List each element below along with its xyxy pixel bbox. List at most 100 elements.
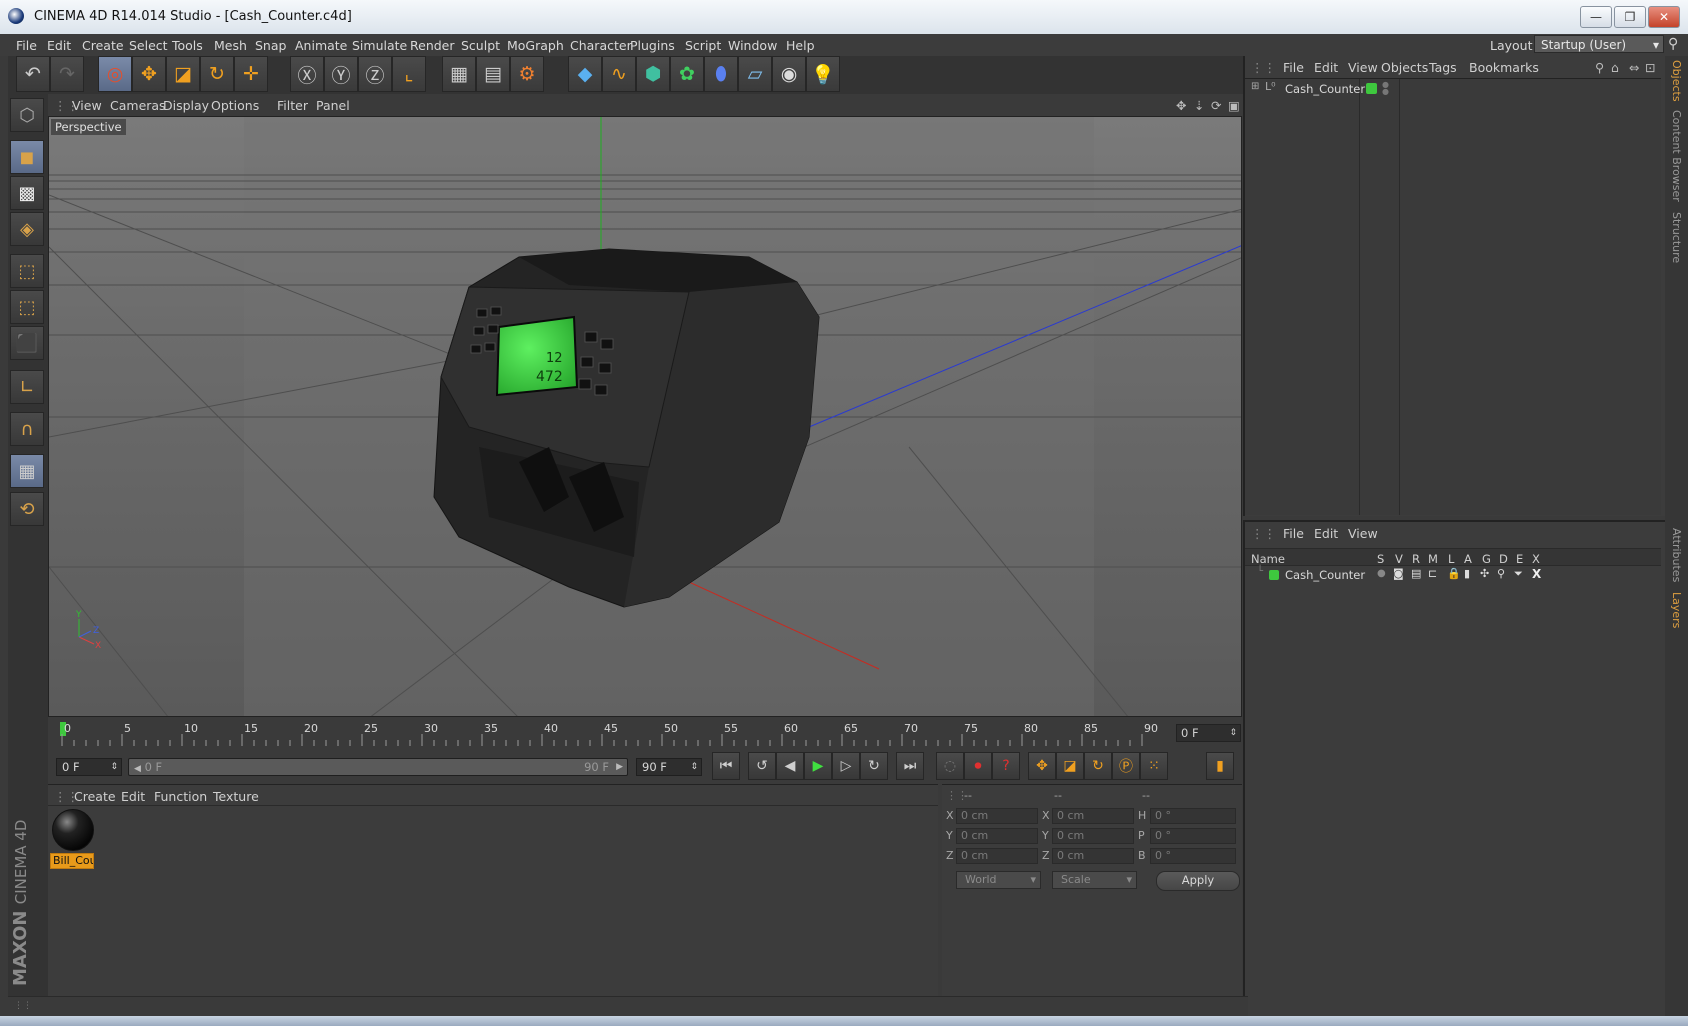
viewport-menu-options[interactable]: Options bbox=[211, 98, 259, 113]
viewport-pan-icon[interactable]: ✥ bbox=[1176, 98, 1186, 113]
range-left-arrow-icon[interactable]: ◀ bbox=[134, 764, 141, 774]
size-y-field[interactable]: 0 cm bbox=[1052, 828, 1134, 844]
autokeying-icon[interactable]: ? bbox=[992, 752, 1020, 780]
layer-row[interactable]: └ Cash_Counter ● ◙ ▤ ⊏ 🔒 ▮ ✣ ⚲ ⏷ X bbox=[1245, 566, 1661, 584]
z-axis-lock-icon[interactable]: Ⓩ bbox=[358, 56, 392, 92]
render-picture-viewer-icon[interactable]: ▤ bbox=[476, 56, 510, 92]
size-mode-dropdown[interactable]: Scale ▾ bbox=[1052, 871, 1137, 889]
apply-button[interactable]: Apply bbox=[1156, 871, 1240, 891]
light-icon[interactable]: 💡 bbox=[806, 56, 840, 92]
menu-file[interactable]: File bbox=[16, 38, 37, 53]
next-frame-button[interactable]: ▷ bbox=[832, 752, 860, 780]
generator-toggle-icon[interactable]: ✣ bbox=[1480, 567, 1489, 580]
next-key-button[interactable]: ↻ bbox=[860, 752, 888, 780]
stepper-icon[interactable]: ⇕ bbox=[1229, 725, 1237, 741]
panel-grip-icon[interactable]: ⋮⋮ bbox=[1251, 60, 1276, 75]
record-keys-icon[interactable]: ⏺ bbox=[964, 752, 992, 780]
viewport-menu-display[interactable]: Display bbox=[163, 98, 209, 113]
go-to-start-button[interactable]: ⏮ bbox=[712, 752, 740, 780]
menu-simulate[interactable]: Simulate bbox=[352, 38, 407, 53]
go-to-end-button[interactable]: ⏭ bbox=[896, 752, 924, 780]
xref-toggle-icon[interactable]: X bbox=[1532, 567, 1541, 581]
layer-color-swatch[interactable] bbox=[1366, 83, 1377, 94]
menu-snap[interactable]: Snap bbox=[255, 38, 286, 53]
render-toggle-icon[interactable]: ▤ bbox=[1411, 567, 1421, 580]
previous-frame-button[interactable]: ◀ bbox=[776, 752, 804, 780]
link-icon[interactable]: ⇔ bbox=[1629, 60, 1639, 75]
viewport-menu-panel[interactable]: Panel bbox=[316, 98, 350, 113]
objects-menu-objects[interactable]: Objects bbox=[1381, 60, 1428, 75]
viewport-maximize-icon[interactable]: ▣ bbox=[1228, 98, 1240, 113]
x-axis-lock-icon[interactable]: Ⓧ bbox=[290, 56, 324, 92]
coordinate-system-icon[interactable]: ⌞ bbox=[392, 56, 426, 92]
rot-h-field[interactable]: 0 ° bbox=[1150, 808, 1236, 824]
col-generators[interactable]: G bbox=[1482, 552, 1491, 566]
stepper-icon[interactable]: ⇕ bbox=[110, 759, 118, 775]
planar-workplane-icon[interactable]: ⟲ bbox=[10, 492, 44, 526]
perspective-viewport[interactable]: 12 472 Y X Z Perspective bbox=[48, 116, 1242, 717]
render-view-icon[interactable]: ▦ bbox=[442, 56, 476, 92]
tab-structure[interactable]: Structure bbox=[1670, 212, 1683, 263]
timeline-window-icon[interactable]: ▮ bbox=[1206, 752, 1234, 780]
camera-icon[interactable]: ◉ bbox=[772, 56, 806, 92]
size-z-field[interactable]: 0 cm bbox=[1052, 848, 1134, 864]
range-right-arrow-icon[interactable]: ▶ bbox=[616, 759, 623, 775]
tab-layers[interactable]: Layers bbox=[1670, 592, 1683, 628]
panel-grip-icon[interactable]: ⋮⋮ bbox=[1251, 526, 1276, 541]
current-frame-field[interactable]: 0 F ⇕ bbox=[1176, 724, 1241, 742]
menu-character[interactable]: Character bbox=[570, 38, 632, 53]
menu-mesh[interactable]: Mesh bbox=[214, 38, 247, 53]
viewport-menu-view[interactable]: View bbox=[72, 98, 102, 113]
tab-content-browser[interactable]: Content Browser bbox=[1670, 110, 1683, 202]
key-position-icon[interactable]: ✥ bbox=[1028, 752, 1056, 780]
key-parameter-icon[interactable]: Ⓟ bbox=[1112, 752, 1140, 780]
col-locked[interactable]: L bbox=[1448, 552, 1454, 566]
preview-range-slider[interactable]: ◀ 0 F 90 F ▶ bbox=[128, 758, 628, 776]
search-icon[interactable]: ⚲ bbox=[1595, 60, 1604, 75]
move-tool[interactable]: ✥ bbox=[132, 56, 166, 92]
material-swatch[interactable]: Bill_Cou bbox=[50, 807, 94, 871]
snap-magnet-icon[interactable]: ∩ bbox=[10, 412, 44, 446]
undo-button[interactable]: ↶ bbox=[16, 56, 50, 92]
cube-primitive-icon[interactable]: ◆ bbox=[568, 56, 602, 92]
layers-menu-view[interactable]: View bbox=[1348, 526, 1378, 541]
new-window-icon[interactable]: ⊡ bbox=[1645, 60, 1655, 75]
menu-select[interactable]: Select bbox=[129, 38, 168, 53]
key-pla-icon[interactable]: ⁙ bbox=[1140, 752, 1168, 780]
previous-key-button[interactable]: ↺ bbox=[748, 752, 776, 780]
workplane-lock-icon[interactable]: ▦ bbox=[10, 454, 44, 488]
visibility-dots-icon[interactable]: ● ● bbox=[1382, 81, 1389, 96]
objects-menu-file[interactable]: File bbox=[1283, 60, 1304, 75]
menu-plugins[interactable]: Plugins bbox=[630, 38, 675, 53]
col-name[interactable]: Name bbox=[1251, 552, 1285, 566]
menu-edit[interactable]: Edit bbox=[47, 38, 71, 53]
motion-record-icon[interactable]: ◌ bbox=[936, 752, 964, 780]
animation-toggle-icon[interactable]: ▮ bbox=[1464, 567, 1470, 580]
material-menu-create[interactable]: Create bbox=[74, 789, 116, 804]
lock-toggle-icon[interactable]: 🔒 bbox=[1447, 567, 1461, 580]
deformer-icon[interactable]: ⬮ bbox=[704, 56, 738, 92]
nurbs-icon[interactable]: ⬢ bbox=[636, 56, 670, 92]
floor-icon[interactable]: ▱ bbox=[738, 56, 772, 92]
layer-name[interactable]: Cash_Counter bbox=[1285, 568, 1365, 582]
menu-help[interactable]: Help bbox=[786, 38, 815, 53]
viewport-menu-cameras[interactable]: Cameras bbox=[110, 98, 166, 113]
col-manager[interactable]: M bbox=[1428, 552, 1438, 566]
edges-mode-icon[interactable]: ⬚ bbox=[10, 290, 44, 324]
minimize-button[interactable]: — bbox=[1580, 6, 1612, 28]
object-name[interactable]: Cash_Counter bbox=[1285, 82, 1365, 96]
coordinate-mode-dropdown[interactable]: World ▾ bbox=[956, 871, 1041, 889]
objects-menu-view[interactable]: View bbox=[1348, 60, 1378, 75]
rotate-tool[interactable]: ↻ bbox=[200, 56, 234, 92]
tab-attributes[interactable]: Attributes bbox=[1670, 528, 1683, 582]
live-selection-tool[interactable]: ◎ bbox=[98, 56, 132, 92]
y-axis-lock-icon[interactable]: Ⓨ bbox=[324, 56, 358, 92]
viewport-dolly-icon[interactable]: ⇣ bbox=[1194, 98, 1204, 113]
rot-b-field[interactable]: 0 ° bbox=[1150, 848, 1236, 864]
tab-objects[interactable]: Objects bbox=[1670, 60, 1683, 102]
menu-window[interactable]: Window bbox=[728, 38, 777, 53]
make-editable-icon[interactable]: ⬡ bbox=[10, 98, 44, 132]
expand-icon[interactable]: ⊞ bbox=[1251, 81, 1259, 92]
points-mode-icon[interactable]: ⬚ bbox=[10, 254, 44, 288]
menu-mograph[interactable]: MoGraph bbox=[507, 38, 564, 53]
